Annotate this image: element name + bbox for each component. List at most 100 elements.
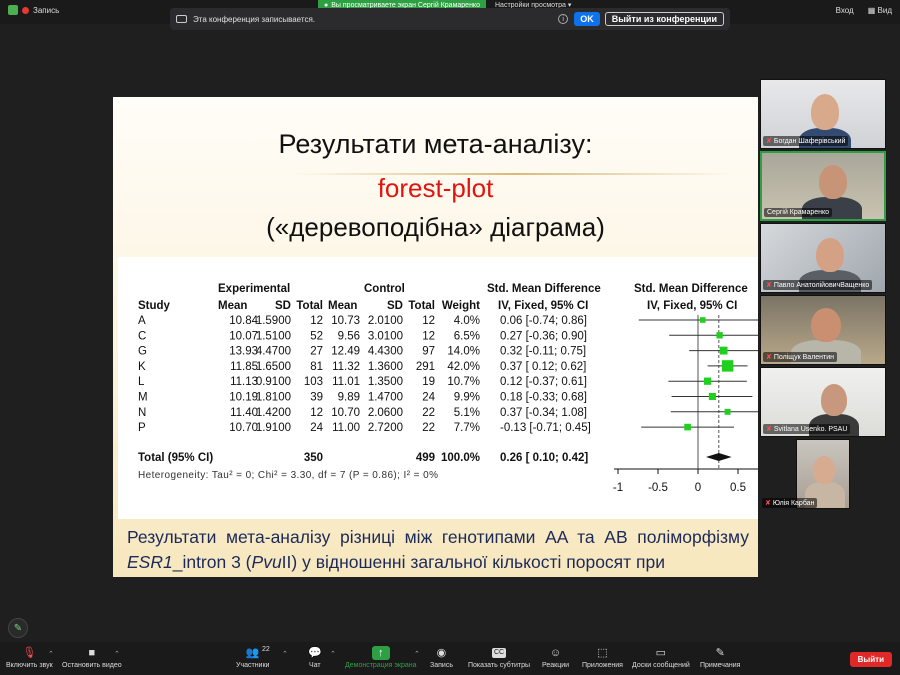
login-button[interactable]: Вход — [836, 6, 854, 15]
participants-label: Участники — [236, 662, 270, 669]
weight: 9.9% — [454, 392, 480, 404]
control-total: 291 — [416, 361, 435, 373]
study-name: M — [138, 392, 148, 404]
total-row: Total (95% CI) 350 499 100.0% 0.26 [ 0.10; 0… — [138, 452, 588, 464]
participant-tile[interactable]: ✘ Svitlana Usenko. PSAU — [760, 367, 886, 437]
experimental-sd: 0.9100 — [256, 376, 291, 388]
participant-tile[interactable]: ✘ Поліщук Валентин — [760, 295, 886, 365]
whiteboards-button[interactable]: ▭ Доски сообщений — [632, 646, 690, 669]
weight: 7.7% — [454, 422, 480, 434]
notes-label: Примечания — [700, 662, 741, 669]
unmute-label: Включить звук — [6, 662, 53, 669]
study-row: G 13.934.4700 27 12.49 4.4300 97 14.0% 0.32 [-0… — [138, 346, 586, 358]
experimental-mean: 11.40 — [230, 407, 258, 419]
study-row: P 10.701.9100 24 11.00 2.7200 22 7.7% -0.13 [-0… — [138, 422, 591, 434]
participant-video — [811, 308, 841, 342]
unmute-button[interactable]: 🎙 Включить звук — [6, 646, 53, 669]
annotate-pen-icon[interactable]: ✎ — [8, 618, 28, 638]
share-screen-button[interactable]: ↑ Демонстрация экрана — [345, 646, 417, 669]
chat-button[interactable]: 💬 Чат — [308, 646, 322, 669]
ok-button[interactable]: OK — [574, 12, 600, 26]
slide-subtitle-red: forest-plot — [377, 173, 494, 203]
leave-conference-button[interactable]: Выйти из конференции — [604, 12, 724, 26]
smd-ci: 0.37 [ 0.12; 0.62] — [500, 361, 586, 373]
chat-label: Чат — [309, 662, 321, 669]
apps-button[interactable]: ⬚ Приложения — [582, 646, 623, 669]
experimental-total: 12 — [310, 407, 323, 419]
participant-video — [819, 165, 847, 199]
mic-muted-icon: ✘ — [766, 138, 772, 145]
experimental-total: 52 — [310, 330, 323, 342]
experimental-total: 27 — [310, 346, 323, 358]
share-screen-label: Демонстрация экрана — [345, 662, 417, 669]
experimental-sd: 1.5100 — [256, 330, 291, 342]
recording-indicator[interactable]: Запись — [8, 5, 59, 15]
notes-icon: ✎ — [715, 647, 725, 659]
experimental-total-sum: 350 — [304, 452, 323, 464]
control-sd: 3.0100 — [368, 330, 403, 342]
slide-subtitle: («деревоподібна» діаграма) — [266, 212, 605, 242]
share-arrow-icon: ↑ — [371, 646, 390, 660]
control-total: 22 — [422, 407, 435, 419]
info-icon[interactable]: i — [558, 14, 569, 24]
control-total: 22 — [422, 422, 435, 434]
leave-button[interactable]: Выйти — [849, 652, 892, 667]
notes-button[interactable]: ✎ Примечания — [700, 646, 740, 669]
plot-header: Std. Mean Difference — [634, 283, 748, 295]
captions-label: Показать субтитры — [468, 662, 531, 669]
caption-gene: ESR1 — [127, 552, 173, 572]
control-mean: 11.00 — [332, 422, 360, 434]
control-sd: 2.0100 — [368, 315, 403, 327]
control-sd: 2.7200 — [368, 422, 403, 434]
control-mean: 11.32 — [332, 361, 360, 373]
reactions-button[interactable]: ☺ Реакции — [542, 646, 569, 669]
control-sd: 1.3600 — [368, 361, 403, 373]
audio-options-caret[interactable]: ⌃ — [48, 650, 54, 658]
participant-name-label: Svitlana Usenko. PSAU — [773, 425, 848, 433]
control-sd: 4.4300 — [368, 346, 403, 358]
captions-button[interactable]: CC Показать субтитры — [468, 646, 530, 669]
caption-enzyme: Pvu — [251, 552, 282, 572]
participant-name: ✘ Богдан Шаферівський — [763, 136, 849, 146]
study-row: A 10.841.5900 12 10.73 2.0100 12 4.0% 0.06 [-0.… — [138, 315, 587, 327]
closed-captions-icon: CC — [491, 648, 507, 658]
e-sd-header: SD — [275, 300, 291, 312]
video-options-caret[interactable]: ⌃ — [114, 650, 120, 658]
meeting-toolbar: 🎙 Включить звук ⌃ ■ Остановить видео ⌃ 👥… — [0, 642, 900, 675]
smd-ci: 0.37 [-0.34; 1.08] — [500, 407, 587, 419]
participant-video — [813, 456, 835, 484]
participant-tile[interactable]: ✘ Богдан Шаферівський — [760, 79, 886, 149]
control-mean: 10.70 — [331, 407, 360, 419]
plot-subheader: IV, Fixed, 95% CI — [647, 300, 737, 312]
x-tick-label: 0 — [695, 482, 701, 494]
smd-ci: 0.06 [-0.74; 0.86] — [500, 315, 587, 327]
study-row: K 11.851.6500 81 11.32 1.3600 291 42.0% 0.37 [ … — [138, 361, 586, 373]
experimental-mean: 11.85 — [230, 361, 258, 373]
apps-label: Приложения — [582, 662, 623, 669]
control-sd: 1.4700 — [368, 392, 403, 404]
participant-name: ✘ Svitlana Usenko. PSAU — [763, 424, 851, 434]
caption-text-2: _intron 3 ( — [172, 552, 252, 572]
record-icon: ◉ — [436, 647, 447, 659]
effect-marker — [719, 346, 728, 355]
weight: 5.1% — [454, 407, 480, 419]
participant-name: ✘ Павло АнатолійовичВащенко — [763, 280, 873, 290]
participant-video — [821, 384, 847, 416]
record-button[interactable]: ◉ Запись — [430, 646, 453, 669]
participant-tile[interactable]: ✘ Павло АнатолійовичВащенко — [760, 223, 886, 293]
mic-muted-icon: ✘ — [766, 354, 772, 361]
slide-title: Результати мета-аналізу: — [278, 129, 593, 159]
total-weight: 100.0% — [441, 452, 480, 464]
chat-options-caret[interactable]: ⌃ — [330, 650, 336, 658]
mic-muted-icon: ✘ — [765, 500, 771, 507]
control-total: 12 — [422, 315, 435, 327]
smd-header: Std. Mean Difference — [487, 283, 601, 295]
effect-marker — [684, 423, 691, 431]
share-options-caret[interactable]: ⌃ — [414, 650, 420, 658]
forest-plot-area: -1 -0.5 0 0.5 — [613, 315, 758, 494]
view-button[interactable]: ▦ Вид — [868, 6, 892, 15]
stop-video-label: Остановить видео — [62, 662, 122, 669]
participants-options-caret[interactable]: ⌃ — [282, 650, 288, 658]
stop-video-button[interactable]: ■ Остановить видео — [62, 646, 122, 669]
participant-tile-active-speaker[interactable]: Сергій Крамаренко — [760, 151, 886, 221]
